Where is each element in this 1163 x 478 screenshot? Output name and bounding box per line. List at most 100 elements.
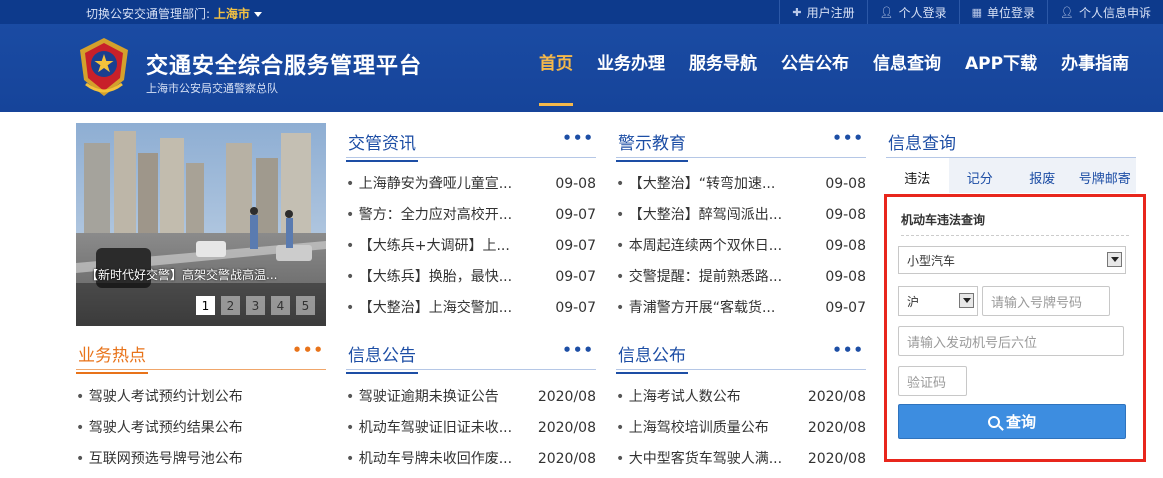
register-link[interactable]: ✚ 用户注册 [779, 0, 866, 24]
list-item-date: 2020/08 [537, 389, 596, 405]
list-item[interactable]: 本周起连续两个双休日... 09-08 [616, 231, 866, 262]
list-item[interactable]: 【大整治】“转弯加速... 09-08 [616, 169, 866, 200]
list-item-text[interactable]: 【大整治】上海交警加... [346, 293, 512, 324]
list-item-text[interactable]: 机动车驾驶证旧证未收... [346, 413, 512, 444]
list-item[interactable]: 青浦警方开展“客载货... 09-07 [616, 293, 866, 324]
province-select[interactable]: 沪 [898, 286, 978, 316]
user-icon: 👤︎ [1060, 5, 1074, 19]
news-list: 上海静安为聋哑儿童宣... 09-08 警方：全力应对高校开... 09-07 【大… [346, 169, 596, 324]
list-item[interactable]: 驾驶人考试预约计划公布 [76, 382, 326, 413]
personal-login-label: 个人登录 [898, 5, 947, 20]
nav-guide[interactable]: 办事指南 [1052, 24, 1138, 98]
list-item-text[interactable]: 【大整治】醉驾闯派出... [616, 200, 782, 231]
list-item[interactable]: 交警提醒：提前熟悉路... 09-08 [616, 262, 866, 293]
list-item-date: 2020/08 [537, 451, 596, 467]
tab-violation[interactable]: 违法 [886, 158, 949, 193]
dropdown-arrow-icon[interactable] [1107, 252, 1122, 267]
caret-down-icon[interactable] [253, 12, 262, 17]
list-item-date: 09-08 [555, 176, 596, 192]
notice-more-icon[interactable]: ••• [562, 341, 594, 359]
list-item-text[interactable]: 机动车号牌未收回作废... [346, 444, 512, 475]
region-city[interactable]: 上海市 [214, 7, 250, 21]
list-item[interactable]: 驾驶人考试预约结果公布 [76, 413, 326, 444]
query-submit-button[interactable]: 查询 [898, 404, 1126, 439]
list-item-text[interactable]: 交警提醒：提前熟悉路... [616, 262, 782, 293]
region-switcher[interactable]: 切换公安交通管理部门: 上海市 [86, 5, 262, 22]
plate-number-input[interactable]: 请输入号牌号码 [982, 286, 1110, 316]
list-item-date: 09-08 [825, 269, 866, 285]
nav-app-download[interactable]: APP下载 [956, 24, 1046, 98]
list-item-text[interactable]: 上海静安为聋哑儿童宣... [346, 169, 512, 200]
carousel-caption[interactable]: 【新时代好交警】高架交警战高温... [76, 266, 326, 283]
list-item[interactable]: 互联网预选号牌号池公布 [76, 444, 326, 475]
nav-announcements[interactable]: 公告公布 [772, 24, 858, 98]
list-item-date: 2020/08 [807, 420, 866, 436]
list-item[interactable]: 上海驾校培训质量公布 2020/08 [616, 413, 866, 444]
nav-home[interactable]: 首页 [530, 24, 582, 106]
list-item-date: 09-07 [555, 207, 596, 223]
notice-panel-title[interactable]: 信息公告 [346, 341, 418, 374]
dropdown-arrow-icon[interactable] [959, 293, 974, 308]
news-panel: 交管资讯 ••• 上海静安为聋哑儿童宣... 09-08 警方：全力应对高校开..… [346, 123, 596, 324]
list-item[interactable]: 警方：全力应对高校开... 09-07 [346, 200, 596, 231]
hot-topics-title[interactable]: 业务热点 [76, 341, 148, 374]
list-item[interactable]: 上海静安为聋哑儿童宣... 09-08 [346, 169, 596, 200]
list-item[interactable]: 机动车驾驶证旧证未收... 2020/08 [346, 413, 596, 444]
list-item[interactable]: 【大整治】醉驾闯派出... 09-08 [616, 200, 866, 231]
carousel-page-1[interactable]: 1 [196, 296, 215, 315]
list-item-text[interactable]: 上海考试人数公布 [616, 382, 741, 413]
list-item-text[interactable]: 【大整治】“转弯加速... [616, 169, 776, 200]
list-item-text[interactable]: 互联网预选号牌号池公布 [76, 444, 243, 475]
captcha-input[interactable]: 验证码 [898, 366, 967, 396]
tab-scrap[interactable]: 报废 [1011, 158, 1074, 193]
news-more-icon[interactable]: ••• [562, 129, 594, 147]
list-item-text[interactable]: 驾驶人考试预约结果公布 [76, 413, 243, 444]
query-panel: 信息查询 [886, 123, 1136, 162]
police-emblem-logo[interactable] [76, 36, 132, 98]
list-item-text[interactable]: 青浦警方开展“客载货... [616, 293, 776, 324]
list-item-text[interactable]: 本周起连续两个双休日... [616, 231, 782, 262]
list-item-date: 2020/08 [537, 420, 596, 436]
list-item-date: 09-08 [825, 176, 866, 192]
nav-info-query[interactable]: 信息查询 [864, 24, 950, 98]
publish-panel: 信息公布 ••• 上海考试人数公布 2020/08 上海驾校培训质量公布 2020/… [616, 335, 866, 475]
list-item[interactable]: 机动车号牌未收回作废... 2020/08 [346, 444, 596, 475]
list-item-date: 2020/08 [807, 389, 866, 405]
list-item[interactable]: 大中型客货车驾驶人满... 2020/08 [616, 444, 866, 475]
list-item-text[interactable]: 【大练兵+大调研】上... [346, 231, 510, 262]
list-item[interactable]: 上海考试人数公布 2020/08 [616, 382, 866, 413]
hot-topics-more-icon[interactable]: ••• [292, 341, 324, 359]
list-item[interactable]: 【大整治】上海交警加... 09-07 [346, 293, 596, 324]
nav-service-guide[interactable]: 服务导航 [680, 24, 766, 98]
nav-business[interactable]: 业务办理 [588, 24, 674, 98]
list-item-text[interactable]: 大中型客货车驾驶人满... [616, 444, 782, 475]
publish-panel-title[interactable]: 信息公布 [616, 341, 688, 374]
appeal-link[interactable]: 👤︎ 个人信息申诉 [1047, 0, 1163, 24]
tab-plate-mail[interactable]: 号牌邮寄 [1074, 158, 1137, 193]
list-item[interactable]: 【大练兵】换胎，最快... 09-07 [346, 262, 596, 293]
warning-list: 【大整治】“转弯加速... 09-08 【大整治】醉驾闯派出... 09-08 本周… [616, 169, 866, 324]
list-item-text[interactable]: 警方：全力应对高校开... [346, 200, 512, 231]
warning-more-icon[interactable]: ••• [832, 129, 864, 147]
news-panel-title[interactable]: 交管资讯 [346, 129, 418, 162]
warning-panel-title[interactable]: 警示教育 [616, 129, 688, 162]
news-carousel[interactable]: 【新时代好交警】高架交警战高温... 1 2 3 4 5 [76, 123, 326, 326]
carousel-page-4[interactable]: 4 [271, 296, 290, 315]
list-item-date: 09-08 [825, 238, 866, 254]
list-item-date: 09-07 [555, 238, 596, 254]
list-item-text[interactable]: 驾驶证逾期未换证公告 [346, 382, 499, 413]
list-item[interactable]: 【大练兵+大调研】上... 09-07 [346, 231, 596, 262]
vehicle-type-select[interactable]: 小型汽车 [898, 246, 1126, 274]
list-item-text[interactable]: 驾驶人考试预约计划公布 [76, 382, 243, 413]
company-login-link[interactable]: ▦ 单位登录 [958, 0, 1047, 24]
publish-more-icon[interactable]: ••• [832, 341, 864, 359]
list-item-text[interactable]: 【大练兵】换胎，最快... [346, 262, 512, 293]
tab-points[interactable]: 记分 [949, 158, 1012, 193]
carousel-page-3[interactable]: 3 [246, 296, 265, 315]
engine-number-input[interactable]: 请输入发动机号后六位 [898, 326, 1124, 356]
list-item-text[interactable]: 上海驾校培训质量公布 [616, 413, 769, 444]
personal-login-link[interactable]: 👤︎ 个人登录 [866, 0, 959, 24]
carousel-page-5[interactable]: 5 [296, 296, 315, 315]
carousel-page-2[interactable]: 2 [221, 296, 240, 315]
list-item[interactable]: 驾驶证逾期未换证公告 2020/08 [346, 382, 596, 413]
